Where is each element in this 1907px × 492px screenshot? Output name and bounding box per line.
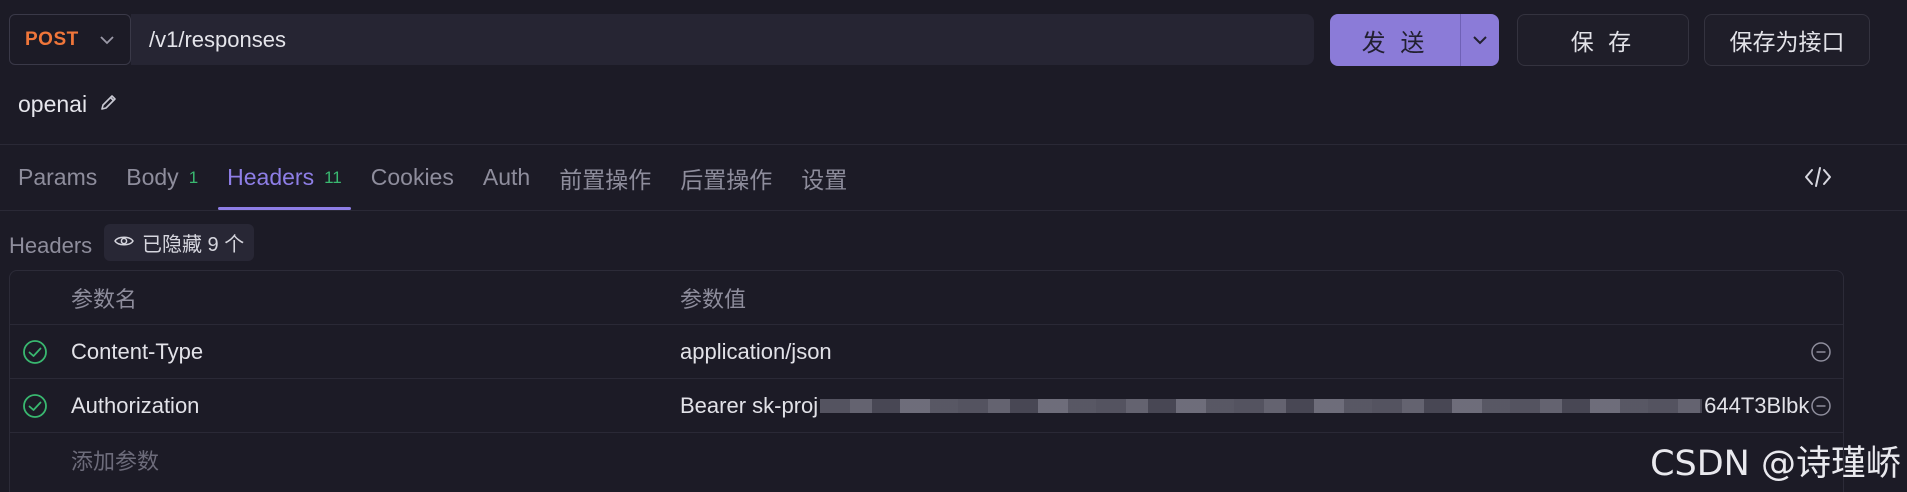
headers-section-label: Headers	[9, 233, 93, 258]
hidden-count-label: 已隐藏 9 个	[142, 234, 245, 256]
table-row: Content-Type application/json	[10, 325, 1843, 379]
table-row: Authorization Bearer sk-proj 644T3Blbk	[10, 379, 1843, 433]
token-mask	[820, 399, 1703, 413]
tab-body[interactable]: Body 1	[117, 145, 207, 210]
add-parameter-placeholder[interactable]: 添加参数	[71, 433, 159, 487]
remove-circle-icon[interactable]	[1810, 379, 1834, 433]
tab-cookies[interactable]: Cookies	[362, 145, 463, 210]
watermark: CSDN @诗瑾峤	[1650, 444, 1901, 484]
hidden-headers-toggle[interactable]: 已隐藏 9 个	[104, 224, 255, 261]
check-circle-icon[interactable]	[22, 325, 52, 379]
tab-pre-actions[interactable]: 前置操作	[550, 145, 660, 210]
method-label: POST	[25, 28, 79, 50]
header-value[interactable]: Bearer sk-proj 644T3Blbk	[680, 379, 1809, 433]
token-prefix: Bearer sk-proj	[680, 393, 819, 418]
save-as-api-button[interactable]: 保存为接口	[1704, 14, 1870, 66]
divider	[0, 210, 1907, 211]
method-select[interactable]: POST	[9, 14, 131, 65]
tab-headers[interactable]: Headers 11	[218, 145, 351, 210]
request-name-row: openai	[18, 91, 119, 118]
tab-post-actions[interactable]: 后置操作	[671, 145, 781, 210]
tab-badge: 1	[188, 167, 199, 187]
request-name: openai	[18, 91, 88, 117]
eye-icon	[114, 231, 134, 254]
column-header-name: 参数名	[71, 287, 138, 312]
chevron-down-icon	[99, 35, 115, 45]
header-name[interactable]: Authorization	[71, 379, 199, 433]
url-input[interactable]	[149, 26, 1314, 53]
chevron-down-icon	[1473, 36, 1487, 45]
header-value[interactable]: application/json	[680, 325, 832, 379]
code-icon[interactable]	[1804, 165, 1832, 194]
token-suffix: 644T3Blbk	[1704, 393, 1810, 418]
edit-pencil-icon[interactable]	[99, 91, 119, 118]
url-field[interactable]	[131, 14, 1314, 65]
add-parameter-row[interactable]: 添加参数	[10, 433, 1843, 487]
table-header-row: 参数名 参数值	[10, 271, 1843, 325]
save-button[interactable]: 保 存	[1517, 14, 1689, 66]
remove-circle-icon[interactable]	[1810, 325, 1834, 379]
tab-settings[interactable]: 设置	[792, 145, 856, 210]
tab-badge: 11	[324, 167, 342, 187]
send-button-group: 发 送	[1330, 14, 1499, 66]
check-circle-icon[interactable]	[22, 379, 52, 433]
request-tabs: Params Body 1 Headers 11 Cookies Auth 前置操作…	[0, 145, 867, 210]
send-options-button[interactable]	[1461, 14, 1499, 66]
header-name[interactable]: Content-Type	[71, 325, 203, 379]
column-header-value: 参数值	[680, 287, 747, 312]
tab-params[interactable]: Params	[0, 145, 106, 210]
send-button[interactable]: 发 送	[1330, 14, 1460, 66]
headers-table: 参数名 参数值 Content-Type application/json Au…	[9, 270, 1844, 492]
tab-auth[interactable]: Auth	[474, 145, 539, 210]
